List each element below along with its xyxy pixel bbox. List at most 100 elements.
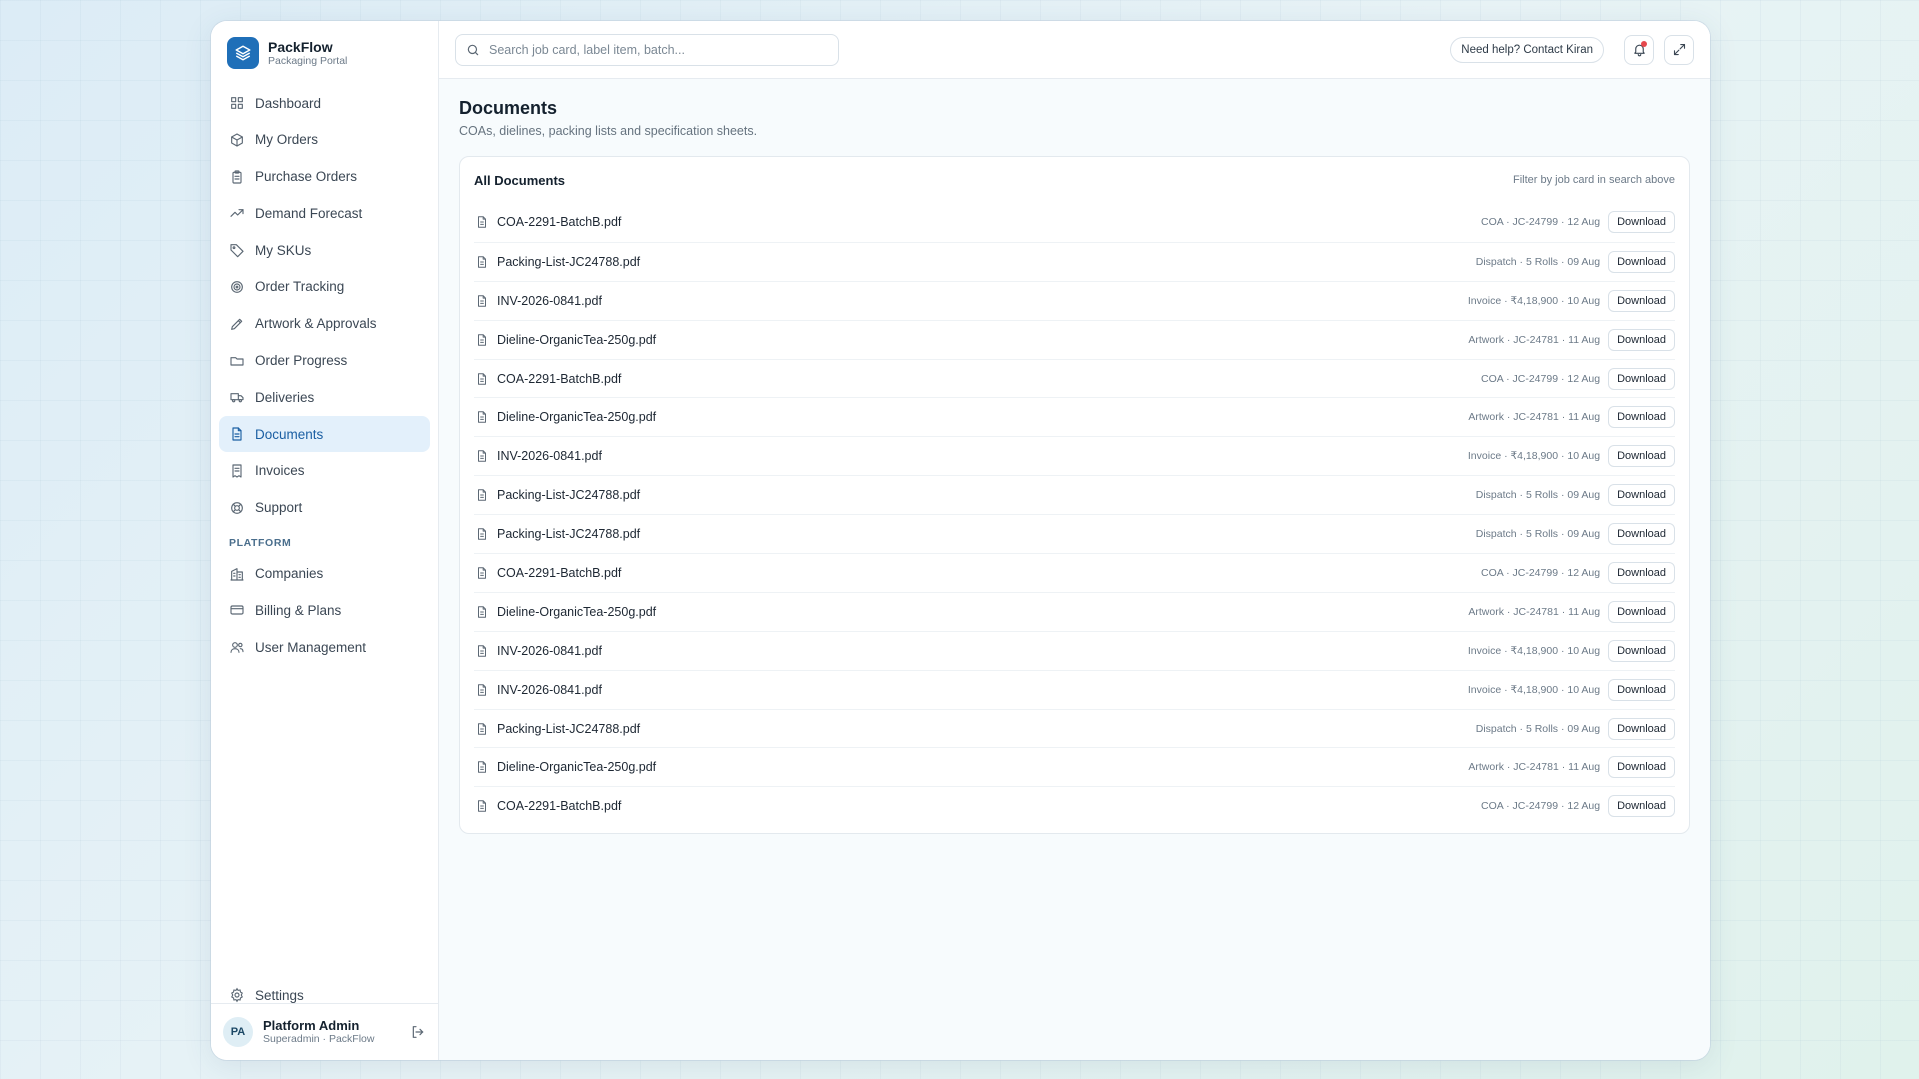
sidebar-item-label: Billing & Plans (255, 602, 342, 618)
sidebar-item-label: Artwork & Approvals (255, 316, 377, 332)
fullscreen-button[interactable] (1664, 34, 1694, 65)
file-icon (478, 333, 486, 346)
user-role: Superadmin · PackFlow (263, 1033, 375, 1045)
document-name[interactable]: INV-2026-0841.pdf (497, 294, 602, 308)
download-button[interactable]: Download (1608, 523, 1675, 546)
sidebar-item-artwork-and-approvals[interactable]: Artwork & Approvals (219, 306, 430, 342)
download-button[interactable]: Download (1608, 678, 1675, 701)
topbar-actions: Need help? Contact Kiran (1450, 34, 1694, 65)
sidebar-item-deliveries[interactable]: Deliveries (219, 379, 430, 415)
document-meta: Dispatch · 5 Rolls · 09 Aug (1475, 489, 1601, 502)
gear-icon (231, 987, 243, 1003)
document-meta: COA · JC-24799 · 12 Aug (1481, 800, 1601, 813)
card-hint: Filter by job card in search above (1512, 174, 1675, 186)
download-button[interactable]: Download (1608, 367, 1675, 390)
download-button[interactable]: Download (1608, 328, 1675, 351)
documents-page: Documents COAs, dielines, packing lists … (439, 79, 1710, 852)
sidebar-item-label: Settings (255, 987, 304, 1003)
document-meta: Artwork · JC-24781 · 11 Aug (1468, 605, 1601, 618)
card-header: All Documents Filter by job card in sear… (474, 157, 1675, 203)
document-row: Dieline-OrganicTea-250g.pdf Artwork · JC-… (474, 397, 1675, 436)
document-name[interactable]: Packing-List-JC24788.pdf (497, 488, 640, 502)
file-icon (478, 528, 486, 540)
sidebar-item-dashboard[interactable]: Dashboard (219, 85, 430, 121)
sidebar-item-user-management[interactable]: User Management (219, 629, 430, 665)
sidebar-item-invoices[interactable]: Invoices (219, 453, 430, 489)
trending-up-icon (230, 209, 244, 218)
building-icon (230, 567, 244, 581)
brand-name: PackFlow (268, 38, 333, 55)
app-window: PackFlow Packaging Portal Dashboard My Or… (211, 21, 1710, 1060)
file-icon (478, 722, 486, 735)
document-meta: Invoice · ₹4,18,900 · 10 Aug (1467, 294, 1601, 307)
sidebar-item-billing-and-plans[interactable]: Billing & Plans (219, 592, 430, 628)
sidebar-item-purchase-orders[interactable]: Purchase Orders (219, 159, 430, 195)
document-name[interactable]: COA-2291-BatchB.pdf (497, 372, 621, 386)
page-subtitle: COAs, dielines, packing lists and specif… (459, 124, 758, 138)
download-button[interactable]: Download (1608, 484, 1675, 507)
download-button[interactable]: Download (1608, 250, 1675, 273)
notification-dot (1641, 40, 1647, 47)
download-button[interactable]: Download (1608, 445, 1675, 468)
document-name[interactable]: Packing-List-JC24788.pdf (497, 722, 640, 736)
help-contact-button[interactable]: Need help? Contact Kiran (1450, 36, 1604, 63)
avatar[interactable]: PA (223, 1017, 253, 1047)
sidebar-item-order-progress[interactable]: Order Progress (219, 343, 430, 379)
sidebar-item-order-tracking[interactable]: Order Tracking (219, 269, 430, 305)
sidebar-item-support[interactable]: Support (219, 490, 430, 526)
notifications-button[interactable] (1624, 34, 1654, 65)
download-button[interactable]: Download (1608, 289, 1675, 312)
document-row: INV-2026-0841.pdf Invoice · ₹4,18,900 · 1… (474, 630, 1675, 670)
document-row: INV-2026-0841.pdf Invoice · ₹4,18,900 · 1… (474, 280, 1675, 320)
file-icon (478, 606, 486, 618)
document-row: Dieline-OrganicTea-250g.pdf Artwork · JC-… (474, 319, 1675, 359)
document-name[interactable]: COA-2291-BatchB.pdf (497, 566, 621, 580)
sidebar-item-label: Support (255, 500, 303, 516)
download-button[interactable]: Download (1608, 756, 1675, 779)
file-icon (478, 294, 486, 307)
document-row: Packing-List-JC24788.pdf Dispatch · 5 Rol… (474, 514, 1675, 553)
box-icon (231, 133, 243, 147)
sidebar-item-label: User Management (255, 639, 367, 655)
document-row: INV-2026-0841.pdf Invoice · ₹4,18,900 · 1… (474, 436, 1675, 475)
download-button[interactable]: Download (1608, 639, 1675, 662)
document-name[interactable]: INV-2026-0841.pdf (497, 449, 602, 463)
file-icon (478, 256, 486, 268)
document-meta: Dispatch · 5 Rolls · 09 Aug (1475, 255, 1601, 268)
document-name[interactable]: Dieline-OrganicTea-250g.pdf (497, 410, 656, 424)
sidebar: PackFlow Packaging Portal Dashboard My Or… (211, 21, 439, 1060)
document-name[interactable]: INV-2026-0841.pdf (497, 644, 602, 658)
file-icon (478, 450, 486, 463)
document-name[interactable]: COA-2291-BatchB.pdf (497, 799, 621, 813)
download-button[interactable]: Download (1608, 561, 1675, 584)
document-name[interactable]: INV-2026-0841.pdf (497, 683, 602, 697)
download-button[interactable]: Download (1608, 406, 1675, 429)
download-button[interactable]: Download (1608, 211, 1675, 234)
download-button[interactable]: Download (1608, 795, 1675, 818)
pen-icon (231, 318, 243, 330)
document-row: COA-2291-BatchB.pdf COA · JC-24799 · 12 A… (474, 358, 1675, 398)
sidebar-item-my-skus[interactable]: My SKUs (219, 232, 430, 268)
document-name[interactable]: COA-2291-BatchB.pdf (497, 215, 621, 229)
download-button[interactable]: Download (1608, 717, 1675, 740)
sidebar-section-platform: PLATFORM (229, 536, 292, 549)
document-meta: Invoice · ₹4,18,900 · 10 Aug (1467, 644, 1601, 657)
search-box[interactable] (455, 33, 839, 66)
sidebar-item-documents[interactable]: Documents (219, 416, 430, 453)
sidebar-item-demand-forecast[interactable]: Demand Forecast (219, 195, 430, 231)
document-name[interactable]: Dieline-OrganicTea-250g.pdf (497, 333, 656, 347)
document-name[interactable]: Dieline-OrganicTea-250g.pdf (497, 605, 656, 619)
logout-icon[interactable] (410, 1024, 426, 1040)
sidebar-item-companies[interactable]: Companies (219, 556, 430, 592)
main-area: Need help? Contact Kiran Documents COAs,… (439, 21, 1710, 1060)
document-meta: Invoice · ₹4,18,900 · 10 Aug (1467, 683, 1601, 696)
sidebar-item-my-orders[interactable]: My Orders (219, 122, 430, 158)
sidebar-item-label: Dashboard (255, 95, 322, 111)
download-button[interactable]: Download (1608, 600, 1675, 623)
document-name[interactable]: Dieline-OrganicTea-250g.pdf (497, 760, 656, 774)
document-row: Packing-List-JC24788.pdf Dispatch · 5 Rol… (474, 708, 1675, 748)
search-input[interactable] (489, 42, 828, 57)
brand[interactable]: PackFlow Packaging Portal (211, 21, 438, 85)
document-name[interactable]: Packing-List-JC24788.pdf (497, 255, 640, 269)
document-name[interactable]: Packing-List-JC24788.pdf (497, 527, 640, 541)
